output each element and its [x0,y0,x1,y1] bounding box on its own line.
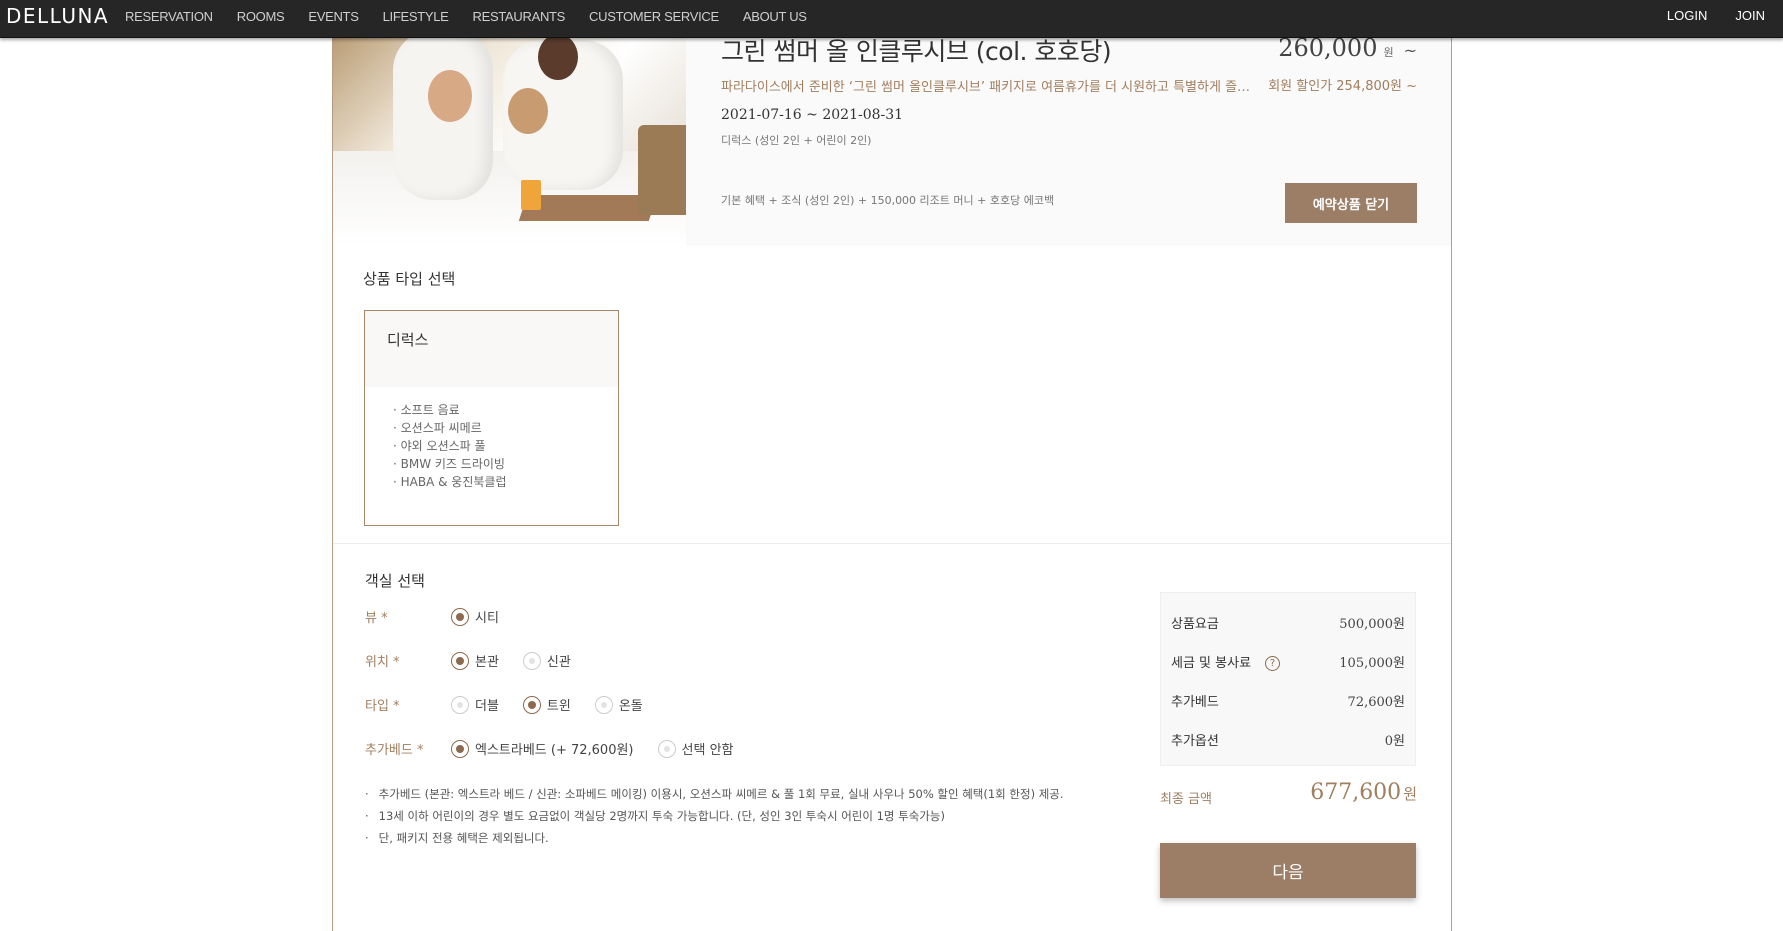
feature-item: · 소프트 음료 [393,403,460,417]
price-suffix: ~ [1403,41,1417,60]
price-value: 260,000 [1278,34,1378,62]
radio-selected-icon[interactable] [522,695,541,714]
note-item: 13세 이하 어린이의 경우 별도 요금없이 객실당 2명까지 투숙 가능합니다… [365,805,1064,827]
room-notes: 추가베드 (본관: 엑스트라 베드 / 신관: 소파베드 메이킹) 이용시, 오… [365,783,1064,849]
join-link[interactable]: JOIN [1735,8,1765,23]
nav-about-us[interactable]: ABOUT US [743,9,807,24]
package-description: 파라다이스에서 준비한 ‘그린 썸머 올인클루시브’ 패키지로 여름휴가를 더 … [721,80,1256,95]
radio-selected-icon[interactable] [451,651,469,670]
brand-logo[interactable]: DELLUNA [6,4,109,28]
package-benefits: 기본 혜택 + 조식 (성인 2인) + 150,000 리조트 머니 + 호호… [721,194,1055,207]
reservation-panel: 그린 썸머 올 인클루시브 (col. 호호당) 파라다이스에서 준비한 ‘그린… [332,0,1452,931]
radio-unselected-icon[interactable] [522,651,541,670]
nav-rooms[interactable]: ROOMS [237,9,285,24]
login-link[interactable]: LOGIN [1667,8,1707,23]
summary-row-extra-bed: 추가베드 72,600원 [1171,695,1405,710]
price-unit: 원 [1383,46,1394,59]
next-button[interactable]: 다음 [1160,843,1416,898]
type-option-twin[interactable]: 트윈 [522,695,571,714]
radio-selected-icon[interactable] [451,739,469,758]
type-option-double[interactable]: 더블 [451,695,499,714]
extra-bed-option-none[interactable]: 선택 안함 [657,739,734,758]
summary-row-base: 상품요금 500,000원 [1171,617,1405,632]
type-label: 타입 * [365,699,400,714]
final-amount-label: 최종 금액 [1160,792,1212,807]
feature-item: · 오션스파 씨메르 [393,421,482,435]
auth-links: LOGIN JOIN [1639,0,1765,30]
extra-bed-option-add[interactable]: 엑스트라베드 (+ 72,600원) [451,739,634,758]
radio-selected-icon[interactable] [451,607,469,626]
nav-lifestyle[interactable]: LIFESTYLE [383,9,449,24]
location-option-main[interactable]: 본관 [451,651,499,670]
summary-row-extra-option: 추가옵션 0원 [1171,734,1405,749]
note-item: 단, 패키지 전용 혜택은 제외됩니다. [365,827,1064,849]
close-package-button[interactable]: 예약상품 닫기 [1285,183,1417,223]
view-option-city[interactable]: 시티 [451,607,499,626]
radio-unselected-icon[interactable] [451,695,469,714]
nav-restaurants[interactable]: RESTAURANTS [473,9,566,24]
view-option-row: 뷰 * 시티 [365,607,523,626]
location-label: 위치 * [365,655,400,670]
summary-row-tax: 세금 및 봉사료? 105,000원 [1171,656,1405,671]
type-option-row: 타입 * 더블 트윈 온돌 [365,695,667,714]
nav-reservation[interactable]: RESERVATION [125,9,213,24]
product-type-features: · 소프트 음료 · 오션스파 씨메르 · 야외 오션스파 풀 · BMW 키즈… [365,387,618,505]
feature-item: · HABA & 웅진북클럽 [393,475,507,489]
view-label: 뷰 * [365,611,388,626]
help-icon[interactable]: ? [1265,656,1281,671]
location-option-new[interactable]: 신관 [522,651,571,670]
location-option-row: 위치 * 본관 신관 [365,651,595,670]
note-item: 추가베드 (본관: 엑스트라 베드 / 신관: 소파베드 메이킹) 이용시, 오… [365,783,1064,805]
package-price: 260,000 원 ~ [1278,34,1417,62]
feature-item: · 야외 오션스파 풀 [393,439,486,453]
product-type-title: 상품 타입 선택 [363,270,456,288]
nav-events[interactable]: EVENTS [308,9,359,24]
radio-unselected-icon[interactable] [594,695,613,714]
top-navigation-bar: DELLUNA RESERVATION ROOMS EVENTS LIFESTY… [0,0,1783,38]
package-dates: 2021-07-16 ~ 2021-08-31 [721,107,904,123]
price-summary: 상품요금 500,000원 세금 및 봉사료? 105,000원 추가베드 72… [1160,592,1416,766]
final-amount: 677,600 원 [1310,780,1417,805]
nav-customer-service[interactable]: CUSTOMER SERVICE [589,9,719,24]
feature-item: · BMW 키즈 드라이빙 [393,457,505,471]
product-type-card-deluxe[interactable]: 디럭스 · 소프트 음료 · 오션스파 씨메르 · 야외 오션스파 풀 · BM… [364,310,619,526]
product-type-card-title: 디럭스 [365,311,618,387]
extra-bed-label: 추가베드 * [365,743,424,758]
type-option-ondol[interactable]: 온돌 [594,695,643,714]
main-nav: RESERVATION ROOMS EVENTS LIFESTYLE RESTA… [125,0,831,32]
radio-unselected-icon[interactable] [657,739,676,758]
member-price: 회원 할인가 254,800원 ~ [1268,79,1417,94]
package-photo [333,30,686,246]
extra-bed-option-row: 추가베드 * 엑스트라베드 (+ 72,600원) 선택 안함 [365,739,758,758]
package-occupancy: 디럭스 (성인 2인 + 어린이 2인) [721,134,872,147]
room-selection-title: 객실 선택 [365,572,425,590]
section-divider [333,543,1451,544]
